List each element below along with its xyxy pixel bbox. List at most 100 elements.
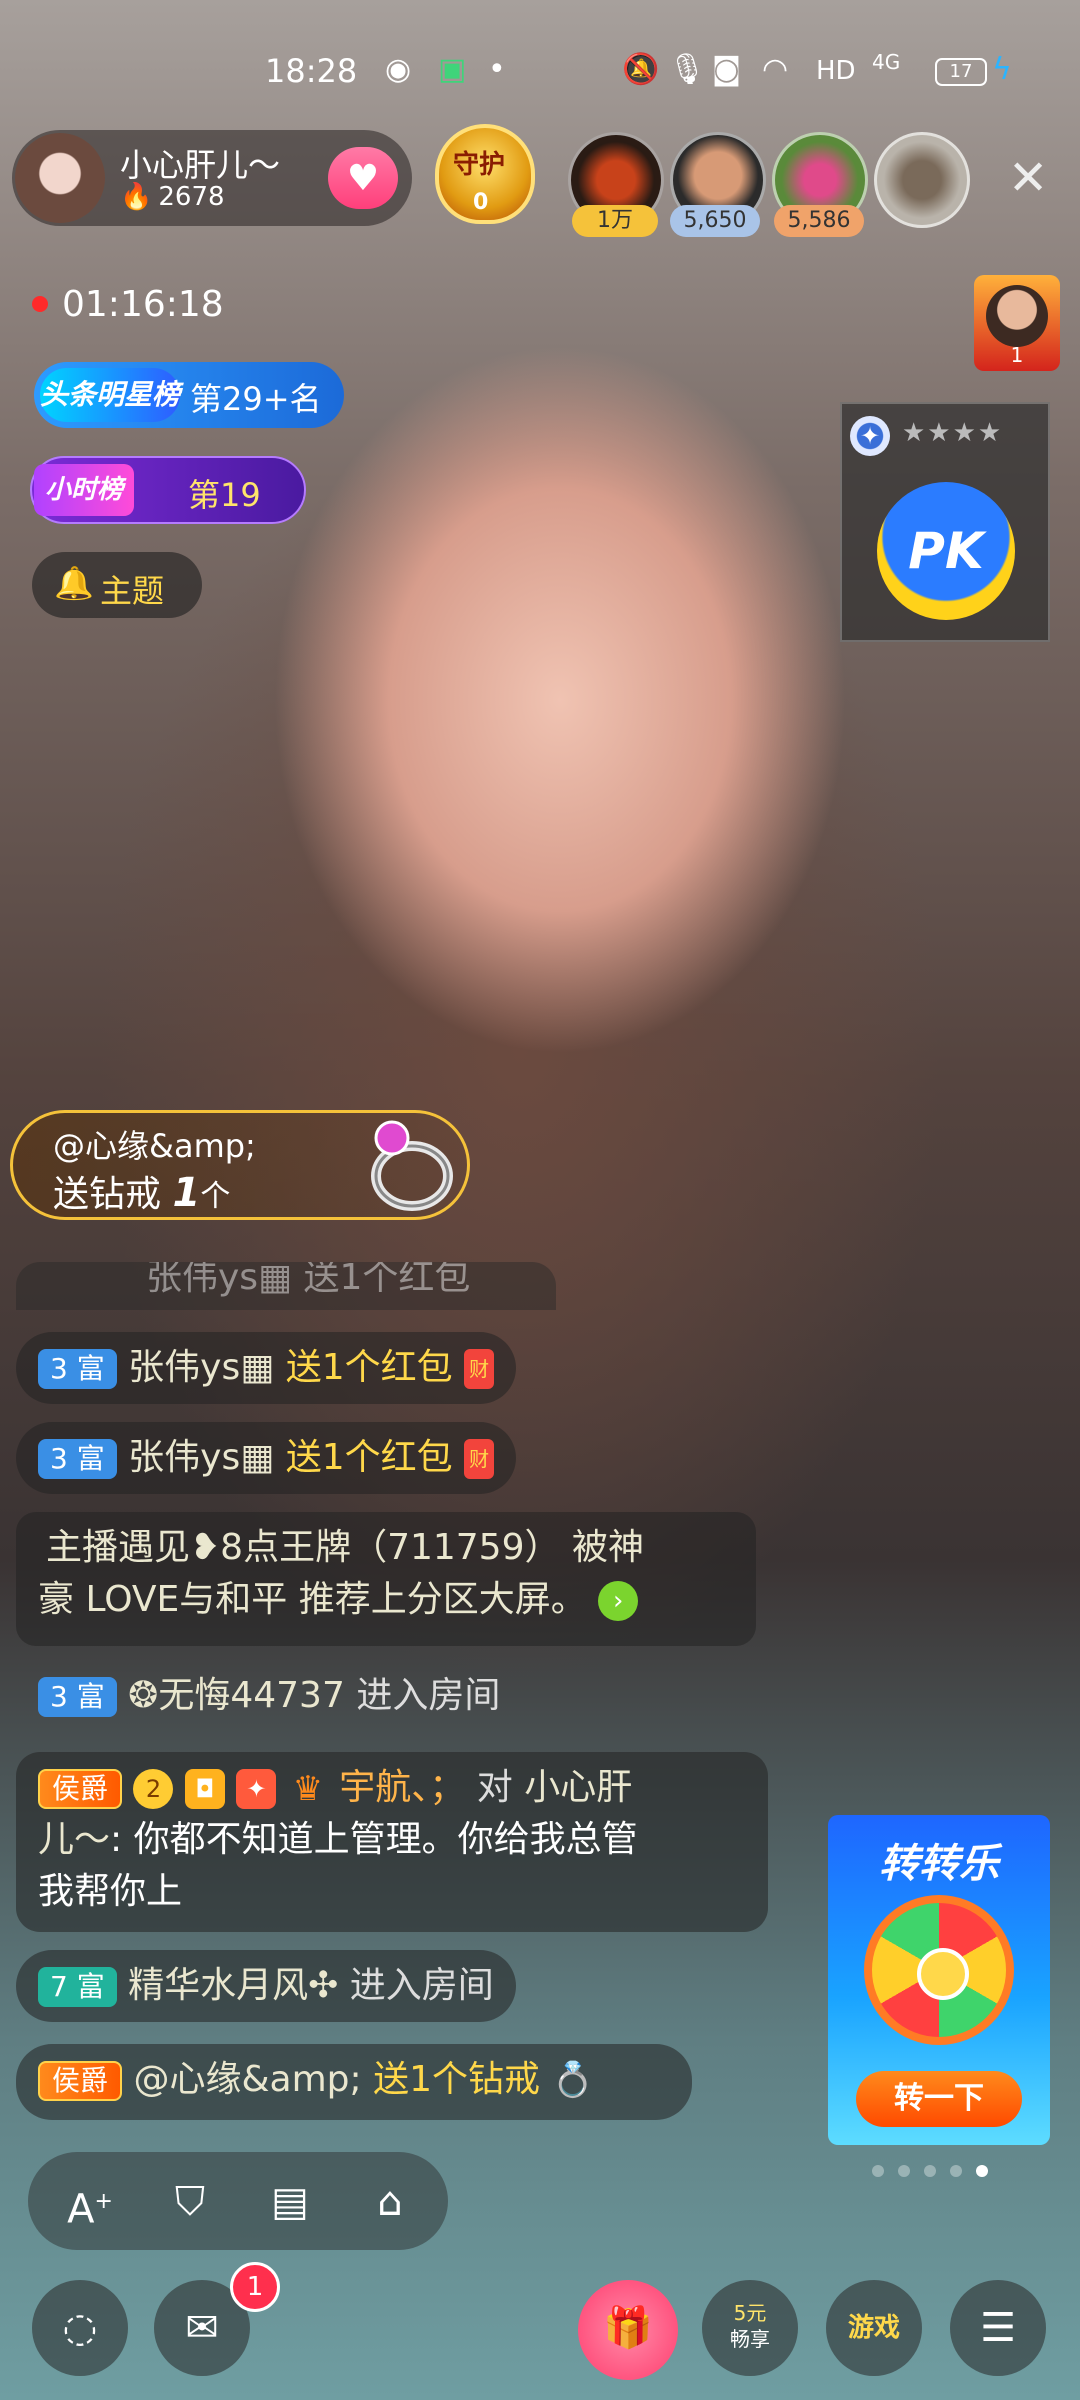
- charging-icon: ϟ: [992, 52, 1012, 87]
- level-badge: 7 富: [38, 1967, 117, 2007]
- hour-rank-value: 第19: [188, 476, 261, 514]
- gift-unit: 个: [200, 1179, 231, 1214]
- chat-to-prefix: 对: [476, 1767, 513, 1808]
- chat-message[interactable]: 7 富 精华水月风✣ 进入房间: [16, 1950, 516, 2022]
- chat-username[interactable]: 张伟ys▦: [128, 1347, 274, 1388]
- chat-username[interactable]: 精华水月风✣: [128, 1965, 338, 2006]
- system-line-2-text: 豪 LOVE与和平 推荐上分区大屏。: [38, 1579, 587, 1620]
- user-card-icon: ◘: [184, 1769, 225, 1809]
- chat-message[interactable]: 侯爵 @心缘&amp; 送1个钻戒 💍: [16, 2044, 692, 2120]
- lucky-wheel-ad[interactable]: 转转乐 转一下: [828, 1815, 1050, 2145]
- status-bar: 18:28 ◉ ▣ • 🔕 🎙 ◙ ◠ HD 4G 17 ϟ: [0, 50, 1080, 94]
- top-fan-badge-3: 5,586: [774, 205, 864, 237]
- chat-mention-rest: 儿～: [38, 1819, 111, 1860]
- host-info-pill[interactable]: 小心肝儿～ 🔥 2678 ♥: [12, 130, 412, 226]
- carousel-dots: [872, 2162, 1012, 2177]
- game-label: 游戏: [847, 2313, 900, 2343]
- carousel-dot: [924, 2165, 936, 2177]
- chat-message[interactable]: 侯爵 2 ◘ ✦ ♛ 宇航、； 对 小心肝 儿～: 你都不知道上管理。你给我总管…: [16, 1752, 768, 1932]
- theme-label: 主题: [100, 572, 165, 610]
- follow-heart-button[interactable]: ♥: [328, 147, 398, 209]
- chat-line-3: 我帮你上: [38, 1871, 183, 1912]
- chat-username[interactable]: 张伟ys▦: [128, 1437, 274, 1478]
- guard-label: 守护: [453, 150, 506, 180]
- level-badge: 侯爵: [38, 1769, 123, 1809]
- chat-line-1: 侯爵 2 ◘ ✦ ♛ 宇航、； 对 小心肝: [38, 1762, 746, 1814]
- spin-button[interactable]: 转一下: [856, 2071, 1022, 2127]
- star-rank-tag: 头条明星榜: [40, 368, 180, 422]
- chat-text: 送1个红包: [285, 1437, 453, 1478]
- rank-avatar-number: 1: [1010, 343, 1024, 367]
- live-dot-icon: [32, 296, 48, 312]
- pk-button[interactable]: PK: [877, 482, 1015, 620]
- mic-icon: 🎙: [668, 52, 707, 87]
- star-rank-value: 第29+名: [190, 380, 322, 418]
- host-avatar[interactable]: [15, 133, 105, 223]
- font-size-icon[interactable]: A+: [60, 2172, 120, 2232]
- hour-rank-tag: 小时榜: [34, 464, 134, 516]
- guard-badge[interactable]: 守护 0: [425, 118, 545, 238]
- heart-icon: ♥: [346, 157, 380, 199]
- close-icon[interactable]: ✕: [1008, 150, 1048, 206]
- gift-icon: 🎁: [603, 2305, 653, 2351]
- chat-partial-text: 张伟ys▦ 送1个红包: [146, 1262, 471, 1298]
- arrow-right-icon[interactable]: ›: [598, 1581, 639, 1621]
- dot-icon: •: [488, 52, 506, 87]
- diamond-ring-icon: [371, 1120, 453, 1211]
- promo-line-1: 5元: [733, 2301, 767, 2325]
- host-heat: 🔥 2678: [120, 182, 225, 212]
- chat-bubble-icon: ◌: [62, 2305, 98, 2351]
- game-button[interactable]: 游戏: [826, 2280, 922, 2376]
- carousel-dot: [950, 2165, 962, 2177]
- level-badge: 侯爵: [38, 2061, 123, 2101]
- chat-mention[interactable]: 小心肝: [524, 1767, 632, 1808]
- carousel-dot: [872, 2165, 884, 2177]
- star-rank-badge[interactable]: 头条明星榜 第29+名: [34, 362, 344, 428]
- chat-username[interactable]: 宇航、；: [339, 1767, 465, 1808]
- gift-sender: @心缘&amp;: [53, 1127, 256, 1165]
- gift-button[interactable]: 🎁: [578, 2280, 678, 2380]
- level-badge: 3 富: [38, 1677, 117, 1717]
- chat-message[interactable]: 3 富 张伟ys▦ 送1个红包 财: [16, 1332, 517, 1404]
- promo-button[interactable]: 5元 畅享: [702, 2280, 798, 2376]
- medal-icon: ✦: [850, 416, 890, 456]
- promo-line-2: 畅享: [730, 2327, 770, 2351]
- chat-username[interactable]: @心缘&amp;: [133, 2059, 361, 2100]
- chat-message[interactable]: 3 富 ❂无悔44737 进入房间: [16, 1660, 522, 1732]
- camera-icon: ◙: [712, 52, 742, 87]
- clipboard-icon[interactable]: ▤: [260, 2172, 320, 2232]
- gift-line: 送钻戒 1个: [53, 1165, 230, 1217]
- hour-rank-badge[interactable]: 小时榜 第19: [30, 456, 306, 524]
- signal-label: 4G: [872, 50, 901, 74]
- menu-button[interactable]: ☰: [950, 2280, 1046, 2376]
- chat-text: 送1个红包: [285, 1347, 453, 1388]
- flame-icon: 🔥: [120, 182, 153, 212]
- top-fan-avatar-4[interactable]: [874, 132, 970, 228]
- chat-bubble-button[interactable]: ◌: [32, 2280, 128, 2376]
- chat-system-message[interactable]: 主播遇见❥8点王牌（711759） 被神 豪 LOVE与和平 推荐上分区大屏。 …: [16, 1512, 756, 1646]
- guard-shield-icon[interactable]: ⛉: [160, 2172, 220, 2232]
- carousel-dot: [898, 2165, 910, 2177]
- app-notification-icon: ▣: [438, 52, 467, 87]
- chat-text: 送1个钻戒: [373, 2059, 541, 2100]
- theme-button[interactable]: 🔔 主题: [32, 552, 202, 618]
- level-badge: 3 富: [38, 1349, 117, 1389]
- chat-username[interactable]: ❂无悔44737: [128, 1675, 345, 1716]
- gift-count: 1: [172, 1170, 201, 1216]
- chat-text: : 你都不知道上管理。你给我总管: [110, 1819, 638, 1860]
- chat-text: 进入房间: [349, 1965, 494, 2006]
- bell-icon: 🔔: [54, 564, 94, 602]
- top-fan-badge-2: 5,650: [670, 205, 760, 237]
- pk-panel[interactable]: ✦ ★★★★ PK: [840, 402, 1050, 642]
- red-packet-icon: 财: [464, 1439, 495, 1479]
- level-badge: 3 富: [38, 1439, 117, 1479]
- mute-icon: 🔕: [622, 52, 660, 87]
- menu-icon: ☰: [980, 2305, 1016, 2351]
- chat-message[interactable]: 3 富 张伟ys▦ 送1个红包 财: [16, 1422, 517, 1494]
- battery-indicator: 17: [935, 58, 987, 86]
- live-timer: 01:16:18: [62, 284, 224, 325]
- rank-avatar-widget[interactable]: 1: [974, 275, 1060, 371]
- ring-icon: 💍: [551, 2060, 594, 2100]
- pk-stars: ★★★★: [902, 418, 1004, 448]
- tag-icon[interactable]: ⌂: [360, 2172, 420, 2232]
